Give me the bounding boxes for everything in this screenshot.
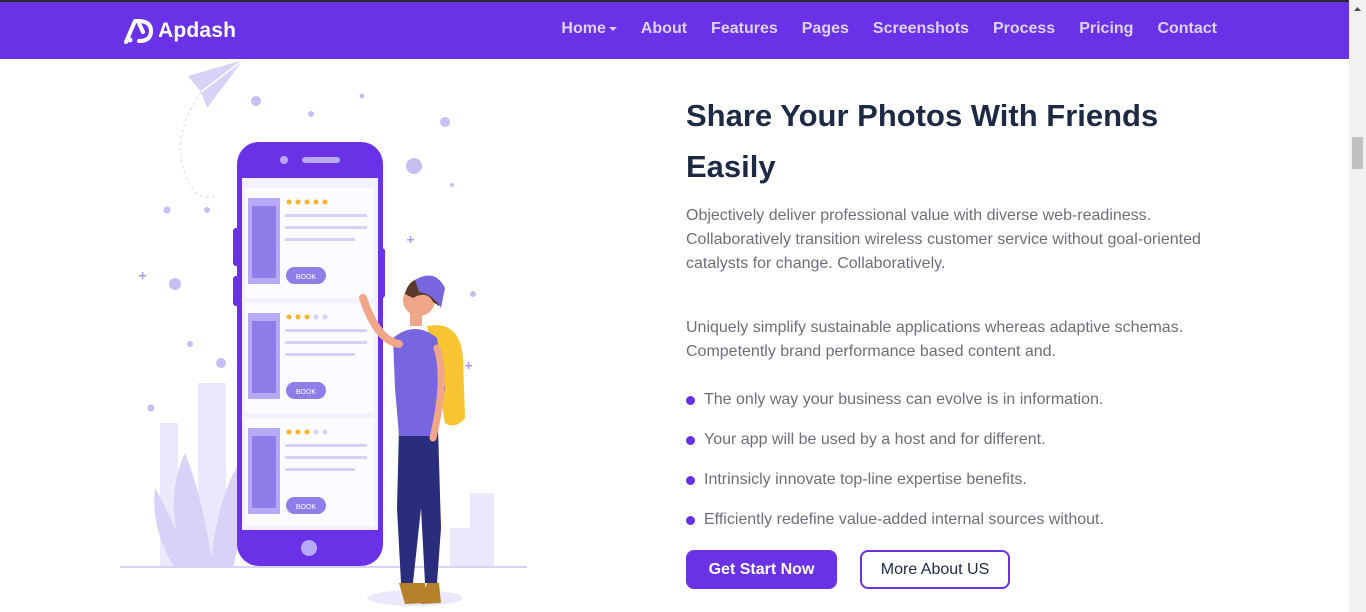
feature-list: The only way your business can evolve is…	[686, 380, 1226, 540]
list-item: Efficiently redefine value-added interna…	[686, 500, 1226, 540]
list-item-text: The only way your business can evolve is…	[704, 391, 1104, 408]
card-button-label: BOOK	[296, 389, 317, 396]
intro-line-2: Collaboratively transition wireless cust…	[686, 231, 1201, 248]
brand-logo[interactable]: Apdash	[124, 18, 236, 44]
nav-home-label: Home	[561, 20, 606, 37]
list-item-text: Intrinsicly innovate top-line expertise …	[704, 471, 1027, 488]
nav-pages[interactable]: Pages	[802, 20, 849, 38]
nav-about[interactable]: About	[641, 20, 687, 38]
list-item-text: Your app will be used by a host and for …	[704, 431, 1046, 448]
get-start-now-button[interactable]: Get Start Now	[686, 550, 837, 589]
logo-icon	[124, 19, 154, 44]
card-button-label: BOOK	[296, 504, 317, 511]
secondary-line-2: Competently brand performance based cont…	[686, 343, 1057, 360]
list-item: Your app will be used by a host and for …	[686, 420, 1226, 460]
nav-screenshots[interactable]: Screenshots	[873, 20, 969, 38]
heading-line-1: Share Your Photos With Friends	[686, 98, 1159, 133]
brand-name: Apdash	[158, 19, 237, 42]
bullet-dot-icon	[686, 475, 695, 485]
booking-card-2: BOOK	[246, 303, 374, 413]
intro-paragraph: Objectively deliver professional value w…	[686, 204, 1226, 276]
scroll-up-arrow-icon[interactable]	[1349, 2, 1366, 16]
booking-card-1: BOOK	[246, 188, 374, 298]
booking-card-3: BOOK	[246, 418, 374, 526]
intro-line-3: catalysts for change. Collaboratively.	[686, 255, 946, 272]
card-button-label: BOOK	[296, 274, 317, 281]
scrollbar-thumb[interactable]	[1352, 137, 1363, 169]
section-heading: Share Your Photos With Friends Easily	[686, 90, 1226, 192]
bullet-dot-icon	[686, 435, 695, 445]
intro-line-1: Objectively deliver professional value w…	[686, 207, 1152, 224]
nav-process[interactable]: Process	[993, 20, 1055, 38]
navbar: Apdash Home About Features Pages Screens…	[0, 2, 1349, 59]
paper-plane-icon	[179, 59, 244, 198]
nav-home[interactable]: Home	[561, 20, 617, 38]
bullet-dot-icon	[686, 395, 695, 405]
cta-buttons: Get Start Now More About US	[686, 550, 1010, 589]
secondary-paragraph: Uniquely simplify sustainable applicatio…	[686, 316, 1226, 364]
app-illustration: BOOK BOOK BOOK	[120, 59, 527, 606]
phone-mockup: BOOK BOOK BOOK	[233, 142, 385, 566]
page-scrollbar[interactable]	[1349, 0, 1366, 612]
list-item-text: Efficiently redefine value-added interna…	[704, 511, 1104, 528]
nav-pricing[interactable]: Pricing	[1079, 20, 1133, 38]
secondary-line-1: Uniquely simplify sustainable applicatio…	[686, 319, 1184, 336]
chevron-down-icon	[608, 26, 617, 31]
more-about-us-button[interactable]: More About US	[860, 550, 1010, 589]
main-nav: Home About Features Pages Screenshots Pr…	[561, 20, 1217, 38]
nav-features[interactable]: Features	[711, 20, 778, 38]
feature-section: Share Your Photos With Friends Easily Ob…	[686, 90, 1226, 540]
list-item: The only way your business can evolve is…	[686, 380, 1226, 420]
list-item: Intrinsicly innovate top-line expertise …	[686, 460, 1226, 500]
nav-contact[interactable]: Contact	[1157, 20, 1217, 38]
heading-line-2: Easily	[686, 149, 776, 184]
bullet-dot-icon	[686, 515, 695, 525]
